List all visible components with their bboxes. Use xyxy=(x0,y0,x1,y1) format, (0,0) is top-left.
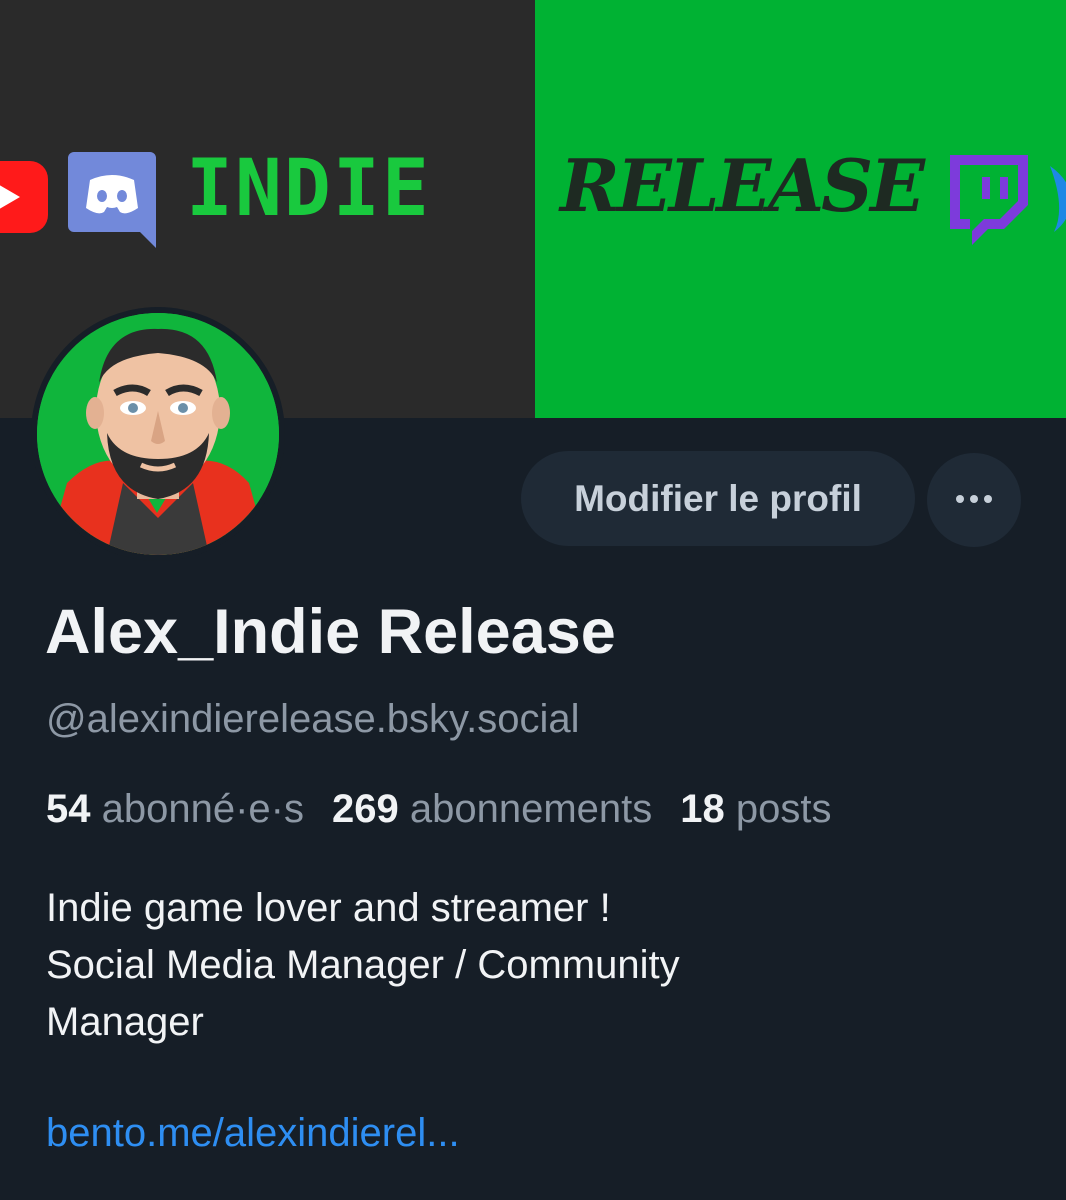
twitch-icon xyxy=(942,155,1030,250)
profile-handle: @alexindierelease.bsky.social xyxy=(46,697,580,741)
banner-indie-text: INDIE xyxy=(186,144,431,234)
following-label: abonnements xyxy=(409,787,653,831)
avatar[interactable] xyxy=(31,307,285,561)
profile-bio: Indie game lover and streamer ! Social M… xyxy=(46,880,1006,1051)
following-stat[interactable]: 269 abonnements xyxy=(332,787,652,832)
more-options-button[interactable] xyxy=(927,453,1021,547)
posts-count: 18 xyxy=(680,787,725,831)
bio-line: Indie game lover and streamer ! xyxy=(46,886,611,930)
followers-label: abonné·e·s xyxy=(101,787,304,831)
youtube-icon xyxy=(0,157,48,242)
bio-line: Social Media Manager / Community xyxy=(46,943,680,987)
bio-line: Manager xyxy=(46,1000,204,1044)
ellipsis-icon xyxy=(954,491,994,509)
avatar-image xyxy=(37,313,279,555)
profile-link[interactable]: bento.me/alexindierel... xyxy=(46,1111,460,1156)
bluesky-icon xyxy=(1046,160,1066,241)
display-name: Alex_Indie Release xyxy=(45,597,616,667)
banner-release-text: RELEASE xyxy=(560,143,925,228)
discord-icon xyxy=(68,152,158,257)
profile-stats: 54 abonné·e·s 269 abonnements 18 posts xyxy=(46,787,860,832)
posts-stat: 18 posts xyxy=(680,787,831,832)
posts-label: posts xyxy=(735,787,832,831)
followers-count: 54 xyxy=(46,787,91,831)
followers-stat[interactable]: 54 abonné·e·s xyxy=(46,787,304,832)
following-count: 269 xyxy=(332,787,399,831)
edit-profile-button[interactable]: Modifier le profil xyxy=(521,451,915,546)
